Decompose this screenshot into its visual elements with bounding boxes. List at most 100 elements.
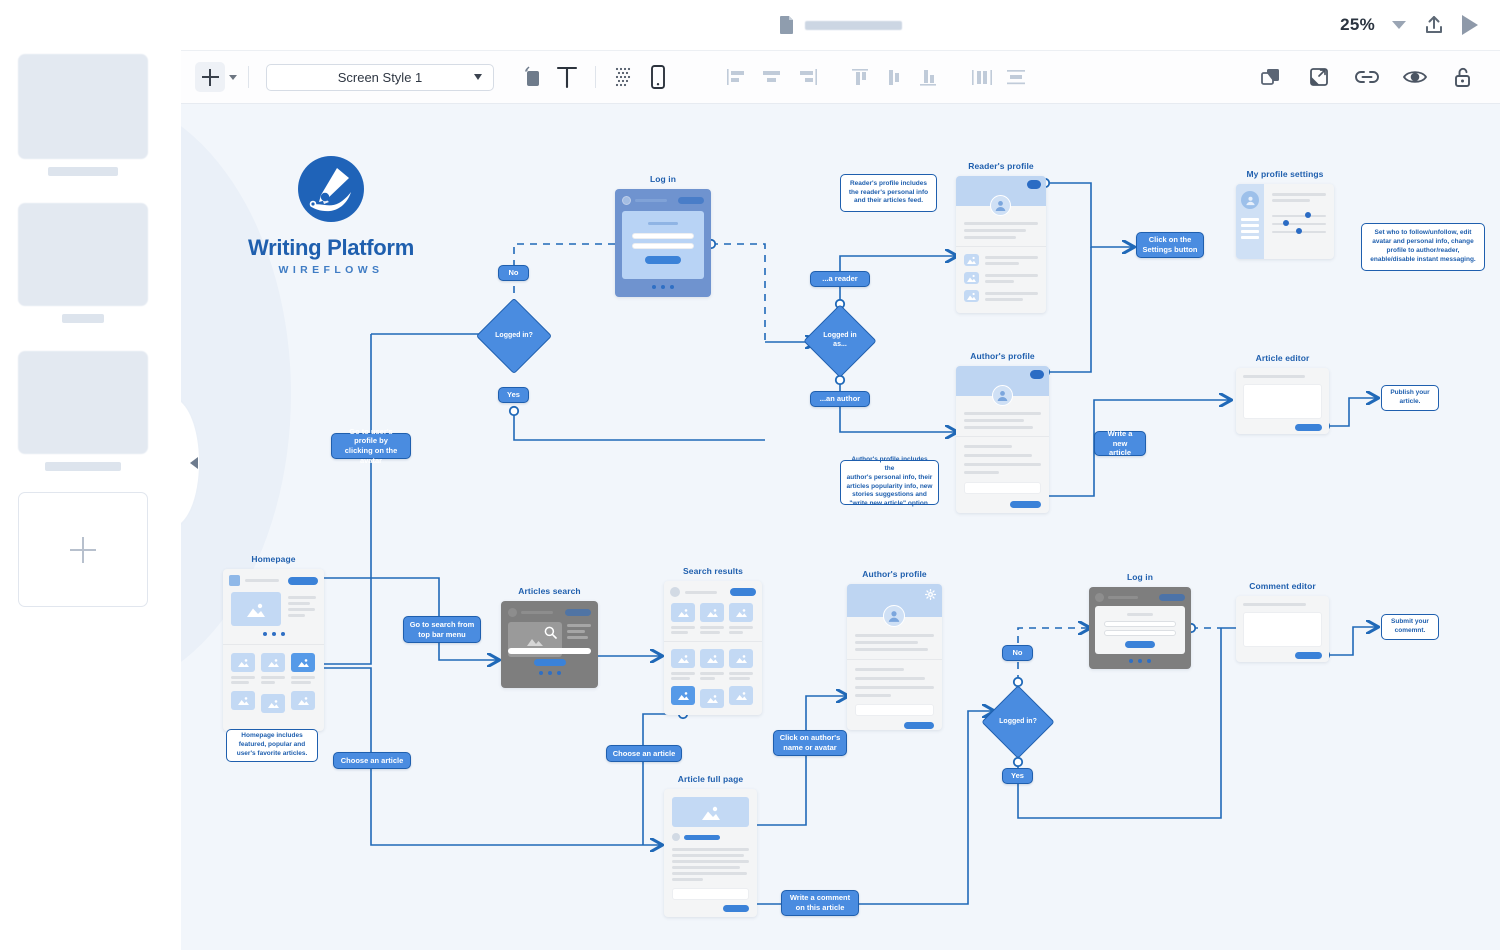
align-center-button[interactable]: [755, 62, 789, 92]
resize-button[interactable]: [1302, 62, 1336, 92]
comment-input[interactable]: [672, 888, 749, 900]
screen-title: Author's profile: [862, 569, 927, 579]
screen-thumbnail-label: [62, 314, 104, 323]
screen-body: [615, 189, 711, 297]
search-menu-button[interactable]: [288, 576, 318, 585]
settings-controls: [1264, 184, 1334, 259]
screen-body: [1236, 596, 1329, 662]
distribute-horizontal-button[interactable]: [965, 62, 999, 92]
screen-title: Search results: [683, 566, 743, 576]
device-phone-tool[interactable]: [641, 62, 675, 92]
edge-label-yes-top: Yes: [498, 387, 529, 403]
edge-label-goto-profile: Go to user's profile by clicking on the …: [331, 427, 411, 465]
selected-result-card[interactable]: [671, 686, 695, 705]
login-submit-button[interactable]: [645, 256, 681, 264]
settings-slider-knob[interactable]: [1282, 220, 1289, 226]
publish-button[interactable]: [1295, 424, 1322, 431]
screen-comment-editor[interactable]: Comment editor: [1236, 581, 1329, 662]
text-tool[interactable]: [550, 62, 584, 92]
distribute-vertical-button[interactable]: [999, 62, 1033, 92]
follow-button[interactable]: [903, 722, 934, 729]
align-bottom-icon: [920, 70, 936, 86]
login-password-field[interactable]: [632, 243, 694, 249]
article-body-input[interactable]: [1243, 384, 1322, 419]
toolbar-right-actions: [1254, 62, 1480, 92]
screen-search-results[interactable]: Search results: [664, 566, 762, 715]
screen-articles-search[interactable]: Articles search: [501, 586, 598, 688]
pen-nib-circle-icon: [298, 156, 364, 222]
edge-label-write-new-article: Write a new article: [1094, 429, 1146, 457]
sidebar-collapse-handle[interactable]: [181, 400, 213, 525]
login-submit-button[interactable]: [1125, 641, 1155, 648]
settings-toggle[interactable]: [1027, 180, 1041, 189]
search-input[interactable]: [508, 648, 591, 654]
new-story-input[interactable]: [964, 482, 1041, 494]
align-top-button[interactable]: [843, 62, 877, 92]
add-element-button[interactable]: [195, 62, 225, 92]
play-preview-icon[interactable]: [1462, 15, 1478, 35]
align-bottom-button[interactable]: [911, 62, 945, 92]
brand-logo: Writing Platform WIREFLOWS: [231, 154, 431, 276]
gear-icon[interactable]: [925, 589, 936, 600]
link-icon: [1355, 71, 1379, 83]
screen-authors-profile[interactable]: Author's profile: [956, 351, 1049, 513]
wireflow-canvas[interactable]: Writing Platform WIREFLOWS Log in Logged…: [181, 104, 1500, 950]
duplicate-button[interactable]: [1254, 62, 1288, 92]
submit-button[interactable]: [1295, 652, 1322, 659]
add-screen-button[interactable]: [18, 492, 148, 607]
settings-toggle[interactable]: [1030, 370, 1044, 379]
preview-eye-button[interactable]: [1398, 62, 1432, 92]
selected-article-card[interactable]: [291, 653, 315, 672]
zoom-caret-icon[interactable]: [1392, 21, 1406, 29]
duplicate-icon: [1261, 69, 1279, 85]
message-input[interactable]: [855, 704, 934, 716]
results-row-1: [664, 603, 762, 641]
settings-slider-knob[interactable]: [1295, 228, 1302, 234]
comment-body-input[interactable]: [1243, 612, 1322, 647]
shape-rectangle-tool[interactable]: [516, 62, 550, 92]
results-topbar: [664, 581, 762, 603]
screen-readers-profile[interactable]: Reader's profile: [956, 161, 1046, 313]
share-upload-icon[interactable]: [1423, 14, 1445, 36]
screen-body: [1089, 587, 1191, 669]
zoom-level-value: 25%: [1340, 15, 1375, 34]
screen-thumbnail-2[interactable]: [18, 203, 148, 323]
login-email-field[interactable]: [632, 233, 694, 239]
login-password-field[interactable]: [1104, 630, 1176, 636]
screen-thumbnail-1[interactable]: [18, 54, 148, 176]
screen-profile-settings[interactable]: My profile settings: [1236, 169, 1334, 259]
topbar-actions: 25%: [1340, 14, 1478, 36]
screen-article-full-page[interactable]: Article full page: [664, 774, 757, 917]
screen-thumbnail-image: [18, 351, 148, 454]
author-byline[interactable]: [672, 833, 749, 841]
login-email-field[interactable]: [1104, 621, 1176, 627]
screen-thumbnail-image: [18, 54, 148, 159]
screen-authors-profile-bottom[interactable]: Author's profile: [847, 569, 942, 730]
lock-button[interactable]: [1446, 62, 1480, 92]
screen-thumbnail-3[interactable]: [18, 351, 148, 471]
screen-style-select[interactable]: Screen Style 1: [266, 63, 494, 91]
user-avatar[interactable]: [229, 575, 240, 586]
align-right-button[interactable]: [789, 62, 823, 92]
screen-article-editor[interactable]: Article editor: [1236, 353, 1329, 434]
write-article-button[interactable]: [1010, 501, 1041, 508]
avatar[interactable]: [883, 605, 905, 627]
screen-login-top[interactable]: Log in: [615, 174, 711, 297]
search-icon: [544, 626, 557, 639]
screen-thumbnail-label: [48, 167, 118, 176]
document-title-group: [779, 16, 902, 34]
screen-homepage[interactable]: Homepage: [223, 554, 324, 731]
avatar: [990, 195, 1011, 216]
submit-comment-button[interactable]: [722, 905, 749, 912]
settings-slider-knob[interactable]: [1305, 212, 1312, 218]
mask-pattern-tool[interactable]: [607, 62, 641, 92]
search-button[interactable]: [730, 588, 756, 596]
screen-login-bottom[interactable]: Log in: [1089, 572, 1191, 669]
document-title: [804, 20, 902, 30]
edge-label-settings-button: Click on the Settings button: [1136, 232, 1204, 258]
align-left-button[interactable]: [721, 62, 755, 92]
search-submit-button[interactable]: [533, 659, 566, 666]
link-button[interactable]: [1350, 62, 1384, 92]
align-middle-button[interactable]: [877, 62, 911, 92]
add-caret-icon[interactable]: [229, 74, 237, 80]
